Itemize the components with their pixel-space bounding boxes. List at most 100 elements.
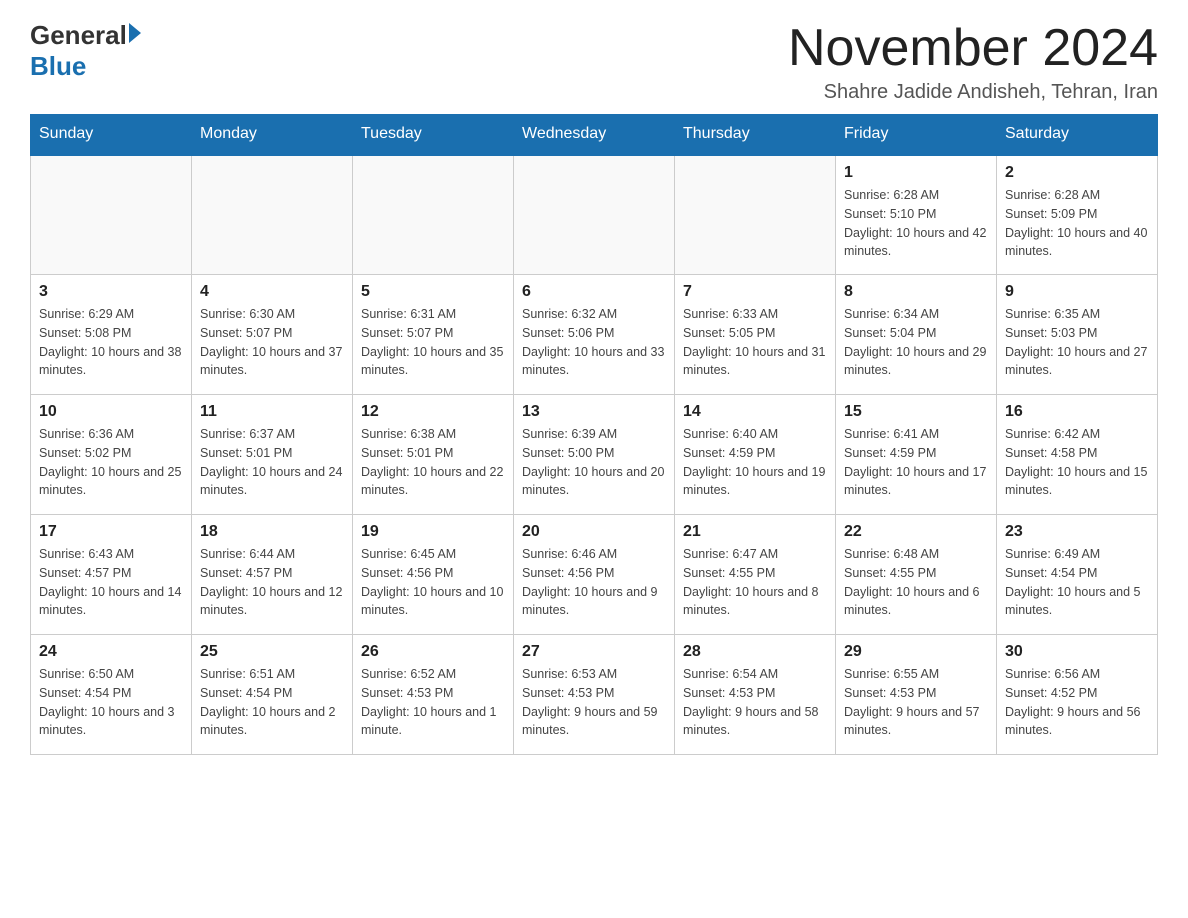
day-number: 6 [522, 283, 666, 301]
day-info: Sunrise: 6:54 AMSunset: 4:53 PMDaylight:… [683, 665, 827, 740]
day-info: Sunrise: 6:48 AMSunset: 4:55 PMDaylight:… [844, 545, 988, 620]
day-number: 24 [39, 643, 183, 661]
day-number: 25 [200, 643, 344, 661]
calendar-cell: 10Sunrise: 6:36 AMSunset: 5:02 PMDayligh… [31, 395, 192, 515]
weekday-header-tuesday: Tuesday [353, 115, 514, 155]
day-info: Sunrise: 6:30 AMSunset: 5:07 PMDaylight:… [200, 305, 344, 380]
calendar-cell: 18Sunrise: 6:44 AMSunset: 4:57 PMDayligh… [192, 515, 353, 635]
calendar-cell: 20 Sunrise: 6:46 AMSunset: 4:56 PMDayligh… [514, 515, 675, 635]
day-number: 5 [361, 283, 505, 301]
day-info: Sunrise: 6:28 AMSunset: 5:10 PMDaylight:… [844, 186, 988, 261]
calendar-cell: 2 Sunrise: 6:28 AMSunset: 5:09 PMDaylight… [997, 155, 1158, 275]
day-info: Sunrise: 6:44 AMSunset: 4:57 PMDaylight:… [200, 545, 344, 620]
calendar-cell: 3 Sunrise: 6:29 AMSunset: 5:08 PMDaylight… [31, 275, 192, 395]
calendar-cell [192, 155, 353, 275]
day-info: Sunrise: 6:38 AMSunset: 5:01 PMDaylight:… [361, 425, 505, 500]
calendar-cell: 12Sunrise: 6:38 AMSunset: 5:01 PMDayligh… [353, 395, 514, 515]
day-info: Sunrise: 6:53 AMSunset: 4:53 PMDaylight:… [522, 665, 666, 740]
day-info: Sunrise: 6:49 AMSunset: 4:54 PMDaylight:… [1005, 545, 1149, 620]
calendar-cell: 16 Sunrise: 6:42 AMSunset: 4:58 PMDayligh… [997, 395, 1158, 515]
day-number: 30 [1005, 643, 1149, 661]
calendar-cell: 27Sunrise: 6:53 AMSunset: 4:53 PMDayligh… [514, 635, 675, 755]
weekday-header-thursday: Thursday [675, 115, 836, 155]
calendar-cell: 24 Sunrise: 6:50 AMSunset: 4:54 PMDayligh… [31, 635, 192, 755]
month-title: November 2024 [788, 20, 1158, 77]
day-info: Sunrise: 6:29 AMSunset: 5:08 PMDaylight:… [39, 305, 183, 380]
calendar-week-row: 10Sunrise: 6:36 AMSunset: 5:02 PMDayligh… [31, 395, 1158, 515]
calendar-cell: 26Sunrise: 6:52 AMSunset: 4:53 PMDayligh… [353, 635, 514, 755]
weekday-header-monday: Monday [192, 115, 353, 155]
calendar-cell [31, 155, 192, 275]
calendar-cell: 21 Sunrise: 6:47 AMSunset: 4:55 PMDayligh… [675, 515, 836, 635]
calendar-cell: 15 Sunrise: 6:41 AMSunset: 4:59 PMDayligh… [836, 395, 997, 515]
day-info: Sunrise: 6:32 AMSunset: 5:06 PMDaylight:… [522, 305, 666, 380]
day-info: Sunrise: 6:33 AMSunset: 5:05 PMDaylight:… [683, 305, 827, 380]
calendar-cell: 5 Sunrise: 6:31 AMSunset: 5:07 PMDaylight… [353, 275, 514, 395]
calendar-week-row: 17 Sunrise: 6:43 AMSunset: 4:57 PMDayligh… [31, 515, 1158, 635]
calendar-cell: 22Sunrise: 6:48 AMSunset: 4:55 PMDayligh… [836, 515, 997, 635]
day-number: 7 [683, 283, 827, 301]
day-number: 28 [683, 643, 827, 661]
day-info: Sunrise: 6:50 AMSunset: 4:54 PMDaylight:… [39, 665, 183, 740]
calendar-cell: 7 Sunrise: 6:33 AMSunset: 5:05 PMDaylight… [675, 275, 836, 395]
logo-general-text: General [30, 20, 127, 51]
day-number: 4 [200, 283, 344, 301]
day-number: 17 [39, 523, 183, 541]
calendar-table: SundayMondayTuesdayWednesdayThursdayFrid… [30, 114, 1158, 755]
day-number: 21 [683, 523, 827, 541]
day-number: 15 [844, 403, 988, 421]
calendar-week-row: 3 Sunrise: 6:29 AMSunset: 5:08 PMDaylight… [31, 275, 1158, 395]
calendar-cell [675, 155, 836, 275]
day-number: 16 [1005, 403, 1149, 421]
calendar-week-row: 1 Sunrise: 6:28 AMSunset: 5:10 PMDaylight… [31, 155, 1158, 275]
day-number: 9 [1005, 283, 1149, 301]
calendar-cell: 29Sunrise: 6:55 AMSunset: 4:53 PMDayligh… [836, 635, 997, 755]
day-info: Sunrise: 6:31 AMSunset: 5:07 PMDaylight:… [361, 305, 505, 380]
calendar-cell [353, 155, 514, 275]
logo: General Blue [30, 20, 141, 82]
calendar-cell [514, 155, 675, 275]
day-info: Sunrise: 6:46 AMSunset: 4:56 PMDaylight:… [522, 545, 666, 620]
calendar-cell: 6 Sunrise: 6:32 AMSunset: 5:06 PMDaylight… [514, 275, 675, 395]
weekday-header-row: SundayMondayTuesdayWednesdayThursdayFrid… [31, 115, 1158, 155]
day-info: Sunrise: 6:34 AMSunset: 5:04 PMDaylight:… [844, 305, 988, 380]
day-number: 2 [1005, 164, 1149, 182]
day-number: 3 [39, 283, 183, 301]
day-info: Sunrise: 6:41 AMSunset: 4:59 PMDaylight:… [844, 425, 988, 500]
day-number: 29 [844, 643, 988, 661]
calendar-cell: 14 Sunrise: 6:40 AMSunset: 4:59 PMDayligh… [675, 395, 836, 515]
day-number: 14 [683, 403, 827, 421]
logo-arrow-icon [129, 23, 141, 43]
day-info: Sunrise: 6:39 AMSunset: 5:00 PMDaylight:… [522, 425, 666, 500]
day-number: 11 [200, 403, 344, 421]
weekday-header-wednesday: Wednesday [514, 115, 675, 155]
calendar-cell: 19 Sunrise: 6:45 AMSunset: 4:56 PMDayligh… [353, 515, 514, 635]
calendar-cell: 28 Sunrise: 6:54 AMSunset: 4:53 PMDayligh… [675, 635, 836, 755]
calendar-cell: 1 Sunrise: 6:28 AMSunset: 5:10 PMDaylight… [836, 155, 997, 275]
logo-blue-text: Blue [30, 51, 86, 82]
day-info: Sunrise: 6:45 AMSunset: 4:56 PMDaylight:… [361, 545, 505, 620]
day-number: 1 [844, 164, 988, 182]
day-info: Sunrise: 6:43 AMSunset: 4:57 PMDaylight:… [39, 545, 183, 620]
header-right: November 2024 Shahre Jadide Andisheh, Te… [788, 20, 1158, 104]
calendar-cell: 23 Sunrise: 6:49 AMSunset: 4:54 PMDayligh… [997, 515, 1158, 635]
day-info: Sunrise: 6:47 AMSunset: 4:55 PMDaylight:… [683, 545, 827, 620]
weekday-header-saturday: Saturday [997, 115, 1158, 155]
day-info: Sunrise: 6:56 AMSunset: 4:52 PMDaylight:… [1005, 665, 1149, 740]
calendar-week-row: 24 Sunrise: 6:50 AMSunset: 4:54 PMDayligh… [31, 635, 1158, 755]
day-info: Sunrise: 6:28 AMSunset: 5:09 PMDaylight:… [1005, 186, 1149, 261]
day-number: 23 [1005, 523, 1149, 541]
calendar-cell: 13Sunrise: 6:39 AMSunset: 5:00 PMDayligh… [514, 395, 675, 515]
day-info: Sunrise: 6:37 AMSunset: 5:01 PMDaylight:… [200, 425, 344, 500]
day-info: Sunrise: 6:42 AMSunset: 4:58 PMDaylight:… [1005, 425, 1149, 500]
day-info: Sunrise: 6:52 AMSunset: 4:53 PMDaylight:… [361, 665, 505, 740]
day-info: Sunrise: 6:35 AMSunset: 5:03 PMDaylight:… [1005, 305, 1149, 380]
day-number: 19 [361, 523, 505, 541]
weekday-header-friday: Friday [836, 115, 997, 155]
calendar-cell: 4 Sunrise: 6:30 AMSunset: 5:07 PMDaylight… [192, 275, 353, 395]
day-number: 8 [844, 283, 988, 301]
day-number: 20 [522, 523, 666, 541]
day-info: Sunrise: 6:40 AMSunset: 4:59 PMDaylight:… [683, 425, 827, 500]
day-info: Sunrise: 6:36 AMSunset: 5:02 PMDaylight:… [39, 425, 183, 500]
calendar-cell: 25Sunrise: 6:51 AMSunset: 4:54 PMDayligh… [192, 635, 353, 755]
